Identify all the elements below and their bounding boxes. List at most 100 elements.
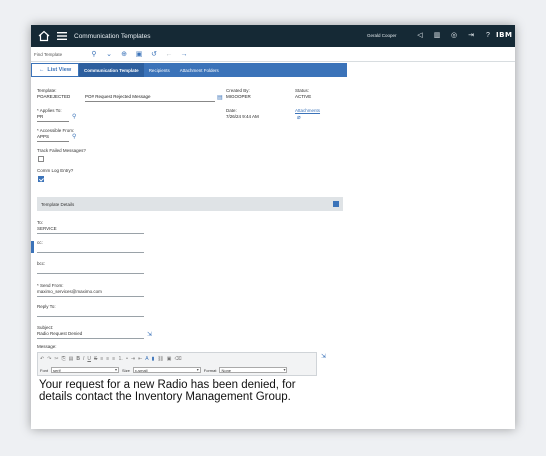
search-icon[interactable]: ⚲ <box>89 49 99 59</box>
clear-changes-icon[interactable]: ↺ <box>149 49 159 59</box>
insert-field-icon[interactable]: ⇲ <box>147 331 152 338</box>
reply-to-field[interactable] <box>37 316 144 317</box>
to-underline <box>37 233 144 234</box>
strikethrough-icon[interactable]: S <box>94 356 97 362</box>
comm-log-label: Comm Log Entry? <box>37 168 74 173</box>
created-by-label: Created By: <box>226 88 250 93</box>
action-toolbar: ⚲ ⌄ ⊕ ▣ ↺ ← → <box>89 49 189 59</box>
accessible-from-field[interactable]: APPS <box>37 134 69 142</box>
track-failed-checkbox[interactable] <box>38 156 44 162</box>
comm-log-checkbox[interactable] <box>38 176 44 182</box>
list-view-button[interactable]: ← List View <box>31 63 79 77</box>
track-failed-label: Track Failed Messages? <box>37 148 86 153</box>
header-actions: ◁ ▥ ◎ ⇥ ? <box>415 30 493 41</box>
align-right-icon[interactable]: ≡ <box>112 356 115 362</box>
subject-label: Subject: <box>37 325 54 330</box>
cut-icon[interactable]: ✂ <box>54 356 58 362</box>
bcc-field[interactable] <box>37 273 144 274</box>
send-from-field[interactable]: maximo_services@maximo.com <box>37 289 102 294</box>
size-label: Size <box>122 367 130 373</box>
tab-communication-template[interactable]: Communication Template <box>79 63 144 77</box>
undo-icon[interactable]: ↶ <box>40 356 44 362</box>
chevron-down-icon[interactable]: ⌄ <box>104 49 114 59</box>
subject-field[interactable]: Radio Request Denied <box>37 331 82 336</box>
message-label: Message: <box>37 344 57 349</box>
size-select[interactable]: x-small <box>132 367 201 373</box>
indent-icon[interactable]: ⇥ <box>131 356 135 362</box>
date-label: Date: <box>226 108 237 113</box>
ibm-logo: IBM <box>496 31 513 39</box>
next-record-icon[interactable]: → <box>179 49 189 59</box>
editor-format-buttons: ↶ ↷ ✂ ⎘ ▤ B I U S ≡ ≡ ≡ ⒈ • ⇥ ⇤ A ▮ ⛓ ▣ … <box>40 355 182 363</box>
align-left-icon[interactable]: ≡ <box>100 356 103 362</box>
find-template-input[interactable]: Find Template <box>34 50 84 59</box>
help-icon[interactable]: ? <box>483 30 493 41</box>
redo-icon[interactable]: ↷ <box>47 356 51 362</box>
unordered-list-icon[interactable]: • <box>126 356 128 362</box>
message-editor[interactable]: Your request for a new Radio has been de… <box>37 376 317 429</box>
template-field[interactable]: POAREJECTED <box>37 94 77 102</box>
side-panel-handle[interactable] <box>31 241 34 253</box>
paperclip-icon[interactable]: ⌀ <box>297 114 301 121</box>
date-field: 7/26/24 9:44 AM <box>226 114 259 119</box>
reports-icon[interactable]: ▥ <box>432 30 442 41</box>
format-select[interactable]: None <box>219 367 288 373</box>
created-by-field: MIGOOPER <box>226 94 251 99</box>
paste-icon[interactable]: ▤ <box>69 356 74 362</box>
source-icon[interactable]: ⌫ <box>175 356 182 362</box>
applies-to-field[interactable]: PR <box>37 114 69 122</box>
insert-field-icon[interactable]: ⇲ <box>321 353 326 360</box>
user-name[interactable]: Gerald Cooper <box>367 33 397 38</box>
status-label: Status: <box>295 88 310 93</box>
top-nav-bar: Communication Templates Gerald Cooper ◁ … <box>31 25 515 47</box>
tab-recipients[interactable]: Recipients <box>144 63 175 77</box>
app-window: Communication Templates Gerald Cooper ◁ … <box>31 25 515 429</box>
new-record-icon[interactable]: ⊕ <box>119 49 129 59</box>
image-icon[interactable]: ▣ <box>167 356 172 362</box>
ordered-list-icon[interactable]: ⒈ <box>118 355 123 362</box>
cc-field[interactable] <box>37 252 144 253</box>
hamburger-menu-icon[interactable] <box>56 30 68 42</box>
tab-bar: ← List View Communication Template Recip… <box>31 63 347 77</box>
arrow-left-icon: ← <box>38 67 45 73</box>
applies-to-label: * Applies To: <box>37 108 62 113</box>
home-icon[interactable] <box>38 30 50 42</box>
send-from-underline <box>37 296 144 297</box>
cc-label: cc: <box>37 240 43 245</box>
search-icon[interactable]: ⚲ <box>72 113 76 120</box>
app-title: Communication Templates <box>74 32 151 40</box>
align-center-icon[interactable]: ≡ <box>106 356 109 362</box>
font-select[interactable]: serif <box>51 367 120 373</box>
section-menu-icon[interactable] <box>333 201 339 207</box>
font-label: Font <box>40 367 49 373</box>
status-field: ACTIVE <box>295 94 312 99</box>
outdent-icon[interactable]: ⇤ <box>138 356 142 362</box>
highlight-icon[interactable]: ▮ <box>152 356 155 362</box>
copy-icon[interactable]: ⎘ <box>62 356 66 362</box>
editor-toolbar: ↶ ↷ ✂ ⎘ ▤ B I U S ≡ ≡ ≡ ⒈ • ⇥ ⇤ A ▮ ⛓ ▣ … <box>37 352 317 376</box>
back-icon[interactable]: ◁ <box>415 30 425 41</box>
long-description-icon[interactable]: ▤ <box>217 94 223 101</box>
underline-icon[interactable]: U <box>87 356 91 362</box>
attachments-link[interactable]: Attachments <box>295 108 320 113</box>
save-icon[interactable]: ▣ <box>134 49 144 59</box>
previous-record-icon[interactable]: ← <box>164 49 174 59</box>
tab-attachment-folders[interactable]: Attachment Folders <box>175 63 224 77</box>
search-icon[interactable]: ⚲ <box>72 133 76 140</box>
to-field[interactable]: SERVICE <box>37 226 57 231</box>
template-label: Template: <box>37 88 57 93</box>
signout-icon[interactable]: ⇥ <box>466 30 476 41</box>
template-details-section: Template Details <box>37 197 343 211</box>
description-field[interactable]: PO# Request Rejected Message <box>85 94 215 102</box>
send-from-label: * Send From: <box>37 283 64 288</box>
format-label: Format <box>203 367 217 373</box>
italic-icon[interactable]: I <box>83 356 84 362</box>
to-label: To: <box>37 220 44 225</box>
accessible-from-label: * Accessible From: <box>37 128 75 133</box>
bcc-label: bcc: <box>37 261 46 266</box>
section-title: Template Details <box>41 202 75 207</box>
link-icon[interactable]: ⛓ <box>157 356 163 362</box>
text-color-icon[interactable]: A <box>145 356 148 362</box>
workcenter-icon[interactable]: ◎ <box>449 30 459 41</box>
bold-icon[interactable]: B <box>76 356 80 362</box>
